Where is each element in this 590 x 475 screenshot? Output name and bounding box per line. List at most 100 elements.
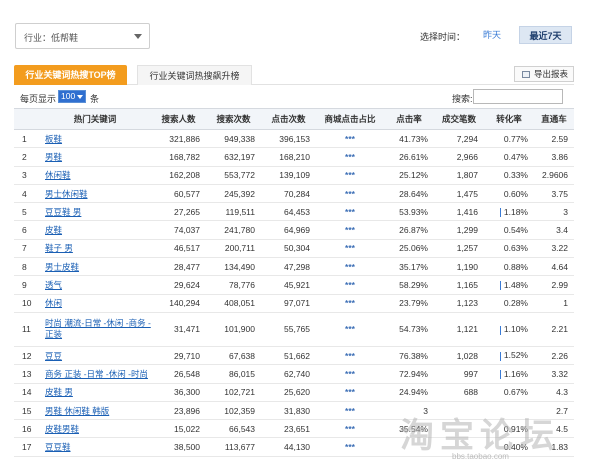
keyword-link[interactable]: 豆豆鞋 (45, 442, 71, 452)
searchers-value: 31,471 (151, 312, 206, 347)
conversion-value: 0.54% (503, 225, 528, 236)
search-label: 搜索: (452, 94, 473, 104)
conversion-cell: 0.33% (484, 166, 534, 185)
keyword-link[interactable]: 休闲鞋 (45, 170, 71, 180)
table-row: 1 板鞋 321,886 949,338 396,153 *** 41.73% 7,294 0.… (14, 129, 574, 149)
ctr-value: 35.54% (384, 419, 434, 439)
searchers-value: 162,208 (151, 166, 206, 185)
conversion-value: 0.28% (503, 298, 528, 309)
keyword-link[interactable]: 男士皮鞋 (45, 262, 79, 272)
ztc-value: 2.9606 (534, 166, 574, 185)
ztc-value: 3.4 (534, 220, 574, 240)
searches-value: 632,197 (206, 147, 261, 167)
keyword-cell: 休闲鞋 (39, 166, 151, 185)
table-row: 16 皮鞋男鞋 15,022 66,543 23,651 *** 35.54% 0.91% 4.… (14, 419, 574, 439)
keyword-link[interactable]: 男鞋 (45, 152, 62, 162)
search-input[interactable] (473, 89, 563, 104)
col-searches[interactable]: 搜索次数 (206, 108, 261, 130)
searchers-value: 140,294 (151, 294, 206, 313)
keyword-cell: 透气 (39, 275, 151, 295)
keyword-link[interactable]: 休闲 (45, 298, 62, 308)
deals-value (434, 437, 484, 457)
keyword-link[interactable]: 豆豆鞋 男 (45, 207, 81, 217)
conversion-value: 1.52% (503, 350, 528, 361)
col-ctr[interactable]: 点击率 (384, 108, 434, 130)
ctr-value: 3 (384, 401, 434, 421)
col-searchers[interactable]: 搜索人数 (151, 108, 206, 130)
conversion-value: 0.63% (503, 243, 528, 254)
yesterday-button[interactable]: 昨天 (474, 26, 510, 44)
mall-click-share-value: *** (316, 346, 384, 366)
industry-select[interactable]: 行业：低帮鞋 (15, 23, 150, 49)
keyword-link[interactable]: 鞋子 男 (45, 243, 73, 253)
deals-value: 7,294 (434, 129, 484, 149)
tab-hot-search-top[interactable]: 行业关键词热搜TOP榜 (14, 65, 127, 85)
ctr-value: 58.29% (384, 275, 434, 295)
keyword-link[interactable]: 板鞋 (45, 134, 62, 144)
keyword-cell: 休闲 (39, 294, 151, 313)
row-index: 11 (14, 312, 39, 347)
searchers-value: 29,624 (151, 275, 206, 295)
table-row: 4 男士休闲鞋 60,577 245,392 70,284 *** 28.64% 1,475 0… (14, 184, 574, 204)
clicks-value: 70,284 (261, 184, 316, 204)
searches-value: 245,392 (206, 184, 261, 204)
rate-bar-marker (499, 207, 501, 217)
searchers-value: 168,782 (151, 147, 206, 167)
keyword-cell: 男鞋 (39, 147, 151, 167)
ztc-value: 2.99 (534, 275, 574, 295)
searches-value: 67,638 (206, 346, 261, 366)
keyword-link[interactable]: 男鞋 休闲鞋 韩版 (45, 406, 109, 416)
conversion-value: 1.48% (503, 279, 528, 290)
row-index: 3 (14, 166, 39, 185)
ctr-value: 72.94% (384, 364, 434, 384)
searchers-value: 321,886 (151, 129, 206, 149)
table-row: 12 豆豆 29,710 67,638 51,662 *** 76.38% 1,028 1.52… (14, 346, 574, 366)
keyword-link[interactable]: 透气 (45, 280, 62, 290)
per-page-select[interactable]: 100 (58, 90, 86, 103)
mall-click-share-value: *** (316, 294, 384, 313)
searches-value: 949,338 (206, 129, 261, 149)
conversion-cell: 0.77% (484, 129, 534, 149)
export-report-button[interactable]: 导出报表 (514, 66, 574, 82)
searchers-value: 38,500 (151, 437, 206, 457)
ctr-value: 35.17% (384, 257, 434, 277)
conversion-value: 0.88% (503, 261, 528, 272)
industry-select-value: 行业：低帮鞋 (24, 33, 79, 43)
row-index: 8 (14, 257, 39, 277)
col-clicks[interactable]: 点击次数 (261, 108, 316, 130)
col-conversion[interactable]: 转化率 (484, 108, 534, 130)
keyword-link[interactable]: 豆豆 (45, 351, 62, 361)
export-report-label: 导出报表 (534, 69, 569, 79)
keyword-link[interactable]: 皮鞋 男 (45, 387, 73, 397)
keyword-link[interactable]: 男士休闲鞋 (45, 189, 88, 199)
keyword-link[interactable]: 皮鞋 (45, 225, 62, 235)
conversion-value: 0.77% (503, 133, 528, 144)
keyword-cell: 豆豆 (39, 346, 151, 366)
last-7-days-button[interactable]: 最近7天 (519, 26, 572, 44)
deals-value: 1,475 (434, 184, 484, 204)
per-page-suffix: 条 (90, 94, 100, 104)
keyword-link[interactable]: 时尚 潮流-日常 -休闲 -商务 -正装 (45, 318, 151, 339)
deals-value: 1,299 (434, 220, 484, 240)
mall-click-share-value: *** (316, 437, 384, 457)
searchers-value: 26,548 (151, 364, 206, 384)
row-index: 17 (14, 437, 39, 457)
tab-hot-search-rising[interactable]: 行业关键词热搜飙升榜 (137, 65, 252, 85)
keyword-link[interactable]: 商务 正装 -日常 -休闲 -时尚 (45, 369, 148, 379)
col-keyword[interactable]: 热门关键词 (39, 108, 151, 130)
time-label: 选择时间： (420, 32, 466, 42)
conversion-value: 0.40% (503, 442, 528, 453)
col-mall-click-share[interactable]: 商城点击占比 (316, 108, 384, 130)
ctr-value: 24.94% (384, 383, 434, 402)
col-ztc[interactable]: 直通车 (534, 108, 574, 130)
keyword-link[interactable]: 皮鞋男鞋 (45, 424, 79, 434)
searchers-value: 27,265 (151, 202, 206, 222)
searchers-value: 46,517 (151, 239, 206, 259)
ztc-value: 4.3 (534, 383, 574, 402)
mall-click-share-value: *** (316, 129, 384, 149)
col-deals[interactable]: 成交笔数 (434, 108, 484, 130)
deals-value (434, 419, 484, 439)
clicks-value: 62,740 (261, 364, 316, 384)
table-row: 13 商务 正装 -日常 -休闲 -时尚 26,548 86,015 62,740 ***… (14, 364, 574, 384)
searches-value: 102,721 (206, 383, 261, 402)
